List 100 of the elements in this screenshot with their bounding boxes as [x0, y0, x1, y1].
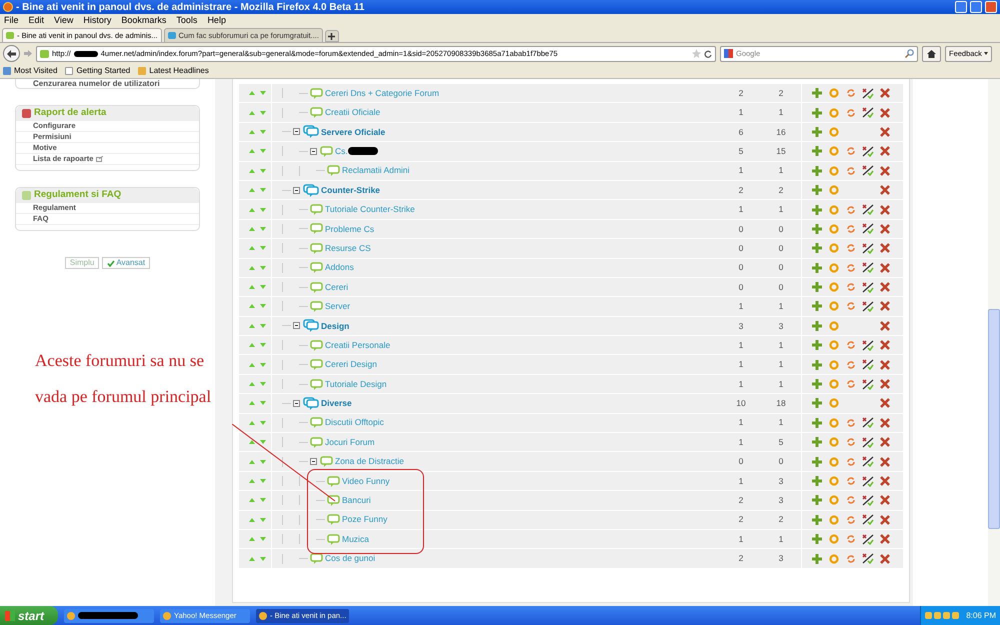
delete-icon[interactable] [880, 166, 890, 176]
start-button[interactable]: start [0, 606, 58, 625]
ring-icon[interactable] [828, 282, 838, 292]
delete-icon[interactable] [880, 204, 890, 215]
ring-icon[interactable] [828, 398, 838, 408]
sync-icon[interactable] [846, 379, 856, 390]
move-up-icon[interactable] [249, 460, 255, 464]
permissions-icon[interactable] [862, 378, 874, 390]
move-down-icon[interactable] [260, 188, 266, 192]
delete-icon[interactable] [880, 108, 890, 118]
collapse-icon[interactable] [310, 148, 317, 155]
move-down-icon[interactable] [260, 518, 266, 522]
forum-link[interactable]: Muzica [342, 532, 369, 546]
ring-icon[interactable] [828, 243, 838, 254]
move-up-icon[interactable] [249, 208, 255, 212]
forward-arrow-icon[interactable] [24, 50, 32, 57]
move-up-icon[interactable] [249, 285, 255, 290]
forum-link[interactable]: Server [325, 300, 350, 313]
move-down-icon[interactable] [260, 343, 266, 348]
move-down-icon[interactable] [260, 168, 266, 173]
permissions-icon[interactable] [862, 553, 874, 564]
delete-icon[interactable] [880, 301, 890, 312]
forum-link[interactable]: Bancuri [342, 494, 371, 507]
delete-icon[interactable] [880, 437, 890, 448]
delete-icon[interactable] [880, 262, 890, 273]
ring-icon[interactable] [828, 534, 838, 544]
sync-icon[interactable] [846, 262, 856, 273]
move-down-icon[interactable] [260, 226, 266, 231]
menu-item[interactable]: File [4, 14, 19, 28]
ring-icon[interactable] [828, 456, 838, 467]
back-button[interactable] [3, 45, 20, 62]
sync-icon[interactable] [846, 204, 856, 215]
plus-icon[interactable] [812, 379, 822, 390]
move-down-icon[interactable] [260, 460, 266, 464]
plus-icon[interactable] [812, 185, 822, 196]
delete-icon[interactable] [880, 282, 890, 292]
collapse-icon[interactable] [293, 128, 300, 136]
ring-icon[interactable] [828, 514, 838, 525]
close-button[interactable] [985, 1, 997, 13]
move-up-icon[interactable] [249, 518, 255, 522]
permissions-icon[interactable] [862, 282, 874, 293]
scroll-thumb[interactable] [988, 309, 1000, 529]
forum-link[interactable]: Tutoriale Design [325, 378, 387, 390]
mode-button[interactable]: Avansat [102, 257, 150, 269]
delete-icon[interactable] [880, 224, 890, 234]
forum-link[interactable]: Resurse CS [325, 242, 371, 255]
forum-link[interactable]: Creatii Personale [325, 338, 390, 352]
permissions-icon[interactable] [862, 88, 874, 99]
ring-icon[interactable] [828, 185, 838, 196]
move-down-icon[interactable] [260, 149, 266, 154]
plus-icon[interactable] [812, 320, 822, 331]
delete-icon[interactable] [880, 360, 890, 370]
move-down-icon[interactable] [260, 285, 266, 290]
plus-icon[interactable] [812, 456, 822, 467]
plus-icon[interactable] [812, 534, 822, 544]
plus-icon[interactable] [812, 146, 822, 156]
star-icon[interactable] [692, 49, 701, 58]
permissions-icon[interactable] [862, 242, 874, 254]
move-down-icon[interactable] [260, 401, 266, 406]
sync-icon[interactable] [846, 418, 856, 428]
plus-icon[interactable] [812, 126, 822, 137]
sync-icon[interactable] [846, 554, 856, 564]
move-up-icon[interactable] [249, 401, 255, 406]
forum-link[interactable]: Cereri Dns + Categorie Forum [325, 86, 440, 100]
permissions-icon[interactable] [862, 165, 874, 176]
plus-icon[interactable] [812, 243, 822, 254]
forum-link[interactable]: Zona de Distractie [335, 455, 404, 468]
menu-item[interactable]: View [54, 14, 74, 28]
sync-icon[interactable] [846, 301, 856, 312]
move-down-icon[interactable] [260, 266, 266, 270]
forum-link[interactable]: Diverse [321, 397, 352, 410]
plus-icon[interactable] [812, 262, 822, 273]
forum-link[interactable]: Cos de gunoi [325, 552, 376, 565]
permissions-icon[interactable] [862, 223, 874, 234]
ring-icon[interactable] [828, 554, 838, 564]
plus-icon[interactable] [812, 88, 822, 98]
move-up-icon[interactable] [249, 498, 255, 502]
ring-icon[interactable] [828, 88, 838, 98]
forum-link[interactable]: Poze Funny [342, 513, 388, 526]
plus-icon[interactable] [812, 108, 822, 118]
forum-link[interactable]: Probleme Cs [325, 222, 374, 236]
forum-link[interactable]: Addons [325, 261, 354, 274]
sync-icon[interactable] [846, 456, 856, 467]
permissions-icon[interactable] [862, 107, 874, 118]
move-up-icon[interactable] [249, 479, 255, 483]
permissions-icon[interactable] [862, 494, 874, 506]
plus-icon[interactable] [812, 204, 822, 215]
move-up-icon[interactable] [249, 91, 255, 96]
forum-link[interactable]: Jocuri Forum [325, 436, 375, 449]
forum-link[interactable]: Creatii Oficiale [325, 106, 380, 119]
move-down-icon[interactable] [260, 324, 266, 328]
ring-icon[interactable] [828, 204, 838, 215]
move-down-icon[interactable] [260, 110, 266, 115]
move-up-icon[interactable] [249, 149, 255, 154]
collapse-icon[interactable] [293, 186, 300, 194]
move-up-icon[interactable] [249, 537, 255, 542]
minimize-button[interactable] [955, 1, 967, 13]
taskbar-button[interactable] [64, 608, 154, 622]
plus-icon[interactable] [812, 418, 822, 428]
sync-icon[interactable] [846, 476, 856, 486]
